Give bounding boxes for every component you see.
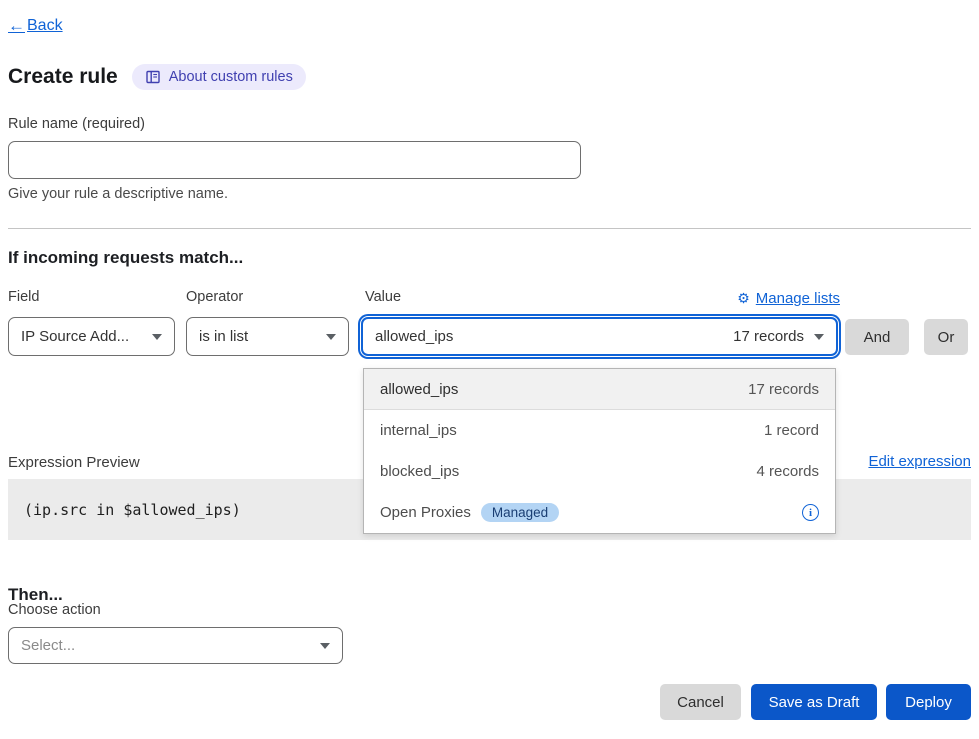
operator-select[interactable]: is in list bbox=[186, 317, 349, 356]
list-option-name: internal_ips bbox=[380, 422, 457, 439]
list-option-open-proxies[interactable]: Open Proxies Managed i bbox=[364, 492, 835, 533]
info-icon[interactable]: i bbox=[802, 504, 819, 521]
back-link[interactable]: ← Back bbox=[8, 16, 63, 36]
rule-name-helper: Give your rule a descriptive name. bbox=[8, 186, 228, 202]
list-option-internal-ips[interactable]: internal_ips 1 record bbox=[364, 410, 835, 451]
page-title: Create rule bbox=[8, 65, 118, 89]
action-select-placeholder: Select... bbox=[21, 637, 75, 654]
back-arrow-icon: ← bbox=[8, 16, 25, 36]
book-icon bbox=[145, 69, 161, 85]
rule-name-input[interactable] bbox=[8, 141, 581, 179]
expression-preview-label: Expression Preview bbox=[8, 454, 140, 471]
action-select[interactable]: Select... bbox=[8, 627, 343, 664]
deploy-button[interactable]: Deploy bbox=[886, 684, 971, 720]
choose-action-label: Choose action bbox=[8, 602, 101, 618]
list-dropdown: allowed_ips 17 records internal_ips 1 re… bbox=[363, 368, 836, 534]
list-option-name: blocked_ips bbox=[380, 463, 459, 480]
chevron-down-icon bbox=[814, 334, 824, 340]
rule-name-label: Rule name (required) bbox=[8, 116, 145, 132]
expression-code: (ip.src in $allowed_ips) bbox=[24, 501, 241, 519]
chevron-down-icon bbox=[320, 643, 330, 649]
value-label: Value bbox=[365, 289, 401, 305]
chevron-down-icon bbox=[326, 334, 336, 340]
title-row: Create rule About custom rules bbox=[8, 64, 306, 90]
manage-lists-label: Manage lists bbox=[756, 290, 840, 307]
save-as-draft-button[interactable]: Save as Draft bbox=[751, 684, 877, 720]
create-rule-page: ← Back Create rule About custom rules Ru… bbox=[0, 0, 979, 739]
list-option-records: 4 records bbox=[756, 463, 819, 480]
field-select-value: IP Source Add... bbox=[21, 328, 129, 345]
list-option-blocked-ips[interactable]: blocked_ips 4 records bbox=[364, 451, 835, 492]
value-select-records: 17 records bbox=[733, 328, 804, 345]
list-option-records: 1 record bbox=[764, 422, 819, 439]
field-label: Field bbox=[8, 289, 39, 305]
managed-badge: Managed bbox=[481, 503, 559, 522]
operator-label: Operator bbox=[186, 289, 243, 305]
chevron-down-icon bbox=[152, 334, 162, 340]
value-select-value: allowed_ips bbox=[375, 328, 453, 345]
list-option-allowed-ips[interactable]: allowed_ips 17 records bbox=[364, 369, 835, 410]
list-option-name: allowed_ips bbox=[380, 381, 458, 398]
or-button[interactable]: Or bbox=[924, 319, 968, 355]
value-select[interactable]: allowed_ips 17 records bbox=[361, 317, 838, 356]
about-label: About custom rules bbox=[169, 69, 293, 85]
match-heading: If incoming requests match... bbox=[8, 248, 243, 268]
operator-select-value: is in list bbox=[199, 328, 248, 345]
section-divider bbox=[8, 228, 971, 229]
list-option-name: Open Proxies bbox=[380, 504, 471, 521]
field-select[interactable]: IP Source Add... bbox=[8, 317, 175, 356]
back-label: Back bbox=[27, 17, 63, 35]
and-button[interactable]: And bbox=[845, 319, 909, 355]
cancel-button[interactable]: Cancel bbox=[660, 684, 741, 720]
manage-lists-link[interactable]: ⚙ Manage lists bbox=[737, 290, 840, 307]
edit-expression-link[interactable]: Edit expression bbox=[868, 453, 971, 470]
gear-icon: ⚙ bbox=[737, 290, 750, 307]
about-custom-rules-link[interactable]: About custom rules bbox=[132, 64, 306, 90]
list-option-records: 17 records bbox=[748, 381, 819, 398]
